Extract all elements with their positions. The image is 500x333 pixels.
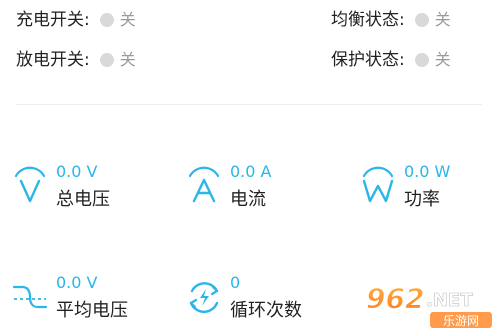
protect-state-toggle[interactable] — [414, 53, 429, 67]
total-voltage-label: 总电压 — [56, 189, 110, 210]
svg-text:.NET: .NET — [426, 290, 473, 311]
protect-state-row: 保护状态: 关 — [331, 48, 451, 72]
charge-switch-toggle[interactable] — [99, 13, 114, 27]
balance-state-toggle[interactable] — [414, 13, 429, 27]
power-metric: 0.0 W 功率 — [358, 162, 500, 222]
svg-text:962: 962 — [366, 282, 424, 315]
discharge-switch-value: 关 — [119, 50, 136, 69]
average-voltage-icon — [12, 285, 48, 309]
average-voltage-value: 0.0 V — [56, 273, 98, 292]
cycle-count-label: 循环次数 — [230, 300, 302, 321]
charge-switch-label: 充电开关: — [16, 10, 90, 30]
protect-state-label: 保护状态: — [331, 50, 405, 70]
current-metric: 0.0 A 电流 — [184, 162, 334, 222]
discharge-switch-toggle[interactable] — [99, 53, 114, 67]
balance-state-row: 均衡状态: 关 — [331, 8, 451, 32]
cycle-icon — [189, 282, 219, 313]
average-voltage-label: 平均电压 — [56, 300, 128, 321]
cycle-count-metric: 0 循环次数 — [184, 273, 334, 333]
charge-switch-row: 充电开关: 关 — [16, 8, 136, 32]
total-voltage-value: 0.0 V — [56, 162, 98, 181]
discharge-switch-label: 放电开关: — [16, 50, 90, 70]
total-voltage-metric: 0.0 V 总电压 — [10, 162, 160, 222]
current-value: 0.0 A — [230, 162, 272, 181]
balance-state-value: 关 — [434, 10, 451, 29]
power-icon — [362, 166, 394, 203]
discharge-switch-row: 放电开关: 关 — [16, 48, 136, 72]
cycle-count-value: 0 — [230, 273, 241, 292]
power-value: 0.0 W — [404, 162, 451, 181]
current-icon — [188, 166, 220, 203]
current-label: 电流 — [230, 189, 266, 210]
power-label: 功率 — [404, 189, 440, 210]
svg-text:乐游网: 乐游网 — [443, 314, 479, 328]
section-divider — [16, 104, 482, 105]
watermark-logo: 962 .NET 乐游网 — [366, 282, 492, 328]
average-voltage-metric: 0.0 V 平均电压 — [10, 273, 160, 333]
voltage-icon — [14, 166, 46, 203]
protect-state-value: 关 — [434, 50, 451, 69]
balance-state-label: 均衡状态: — [331, 10, 405, 30]
charge-switch-value: 关 — [119, 10, 136, 29]
